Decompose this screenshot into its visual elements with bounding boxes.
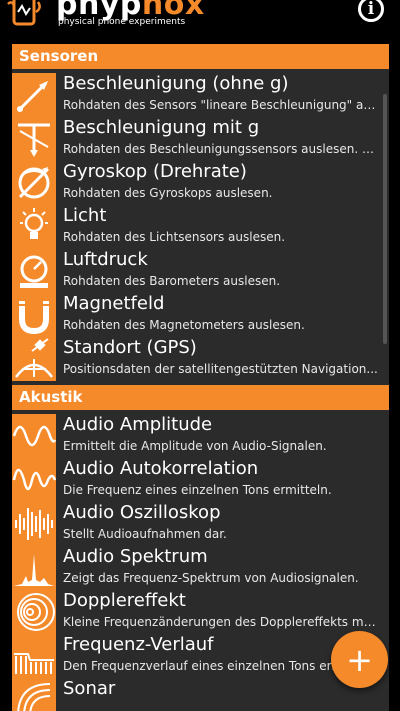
- item-description: Rohdaten des Lichtsensors auslesen.: [63, 230, 286, 244]
- plus-icon: +: [346, 640, 373, 679]
- item-title: Luftdruck: [63, 249, 148, 270]
- experiment-item[interactable]: Dopplereffekt Kleine Frequenzänderungen …: [12, 590, 389, 634]
- experiment-item[interactable]: Beschleunigung (ohne g) Rohdaten des Sen…: [12, 73, 389, 117]
- oscilloscope-icon: [12, 502, 56, 546]
- acceleration-with-g-icon: [12, 117, 56, 161]
- item-title: Audio Spektrum: [63, 546, 208, 567]
- section-header-sensors: Sensoren: [12, 44, 389, 69]
- experiment-item[interactable]: Sonar: [12, 678, 389, 711]
- item-title: Magnetfeld: [63, 293, 165, 314]
- frequency-history-icon: [12, 634, 56, 678]
- section-header-acoustics: Akustik: [12, 385, 389, 410]
- phyphox-logo-icon: [7, 0, 41, 26]
- item-title: Gyroskop (Drehrate): [63, 161, 247, 182]
- item-title: Audio Amplitude: [63, 414, 213, 435]
- item-title: Frequenz-Verlauf: [63, 634, 214, 655]
- experiment-item[interactable]: Audio Oszilloskop Stellt Audioaufnahmen …: [12, 502, 389, 546]
- experiment-list[interactable]: Sensoren Beschleunigung (ohne g) Rohdate…: [12, 44, 389, 711]
- light-bulb-icon: [12, 205, 56, 249]
- brand-tagline: physical phone experiments: [58, 17, 186, 27]
- item-title: Beschleunigung (ohne g): [63, 73, 289, 94]
- item-description: Zeigt das Frequenz-Spektrum von Audiosig…: [63, 571, 359, 585]
- info-button[interactable]: i: [358, 0, 384, 22]
- experiment-item[interactable]: Audio Autokorrelation Die Frequenz eines…: [12, 458, 389, 502]
- item-description: Positionsdaten der satellitengestützten …: [63, 362, 378, 376]
- item-title: Licht: [63, 205, 107, 226]
- experiment-item[interactable]: Audio Amplitude Ermittelt die Amplitude …: [12, 414, 389, 458]
- item-description: Kleine Frequenzänderungen des Dopplereff…: [63, 615, 381, 629]
- spectrum-icon: [12, 546, 56, 590]
- item-title: Audio Oszilloskop: [63, 502, 221, 523]
- sine-wave-icon: [12, 414, 56, 458]
- item-description: Rohdaten des Beschleunigungssensors ausl…: [63, 142, 381, 156]
- acceleration-without-g-icon: [12, 73, 56, 117]
- info-icon: i: [367, 0, 375, 19]
- experiment-item[interactable]: Audio Spektrum Zeigt das Frequenz-Spektr…: [12, 546, 389, 590]
- item-description: Rohdaten des Gyroskops auslesen.: [63, 186, 273, 200]
- item-title: Sonar: [63, 678, 116, 699]
- gyroscope-icon: [12, 161, 56, 205]
- experiment-item[interactable]: Gyroskop (Drehrate) Rohdaten des Gyrosko…: [12, 161, 389, 205]
- app-header: phyphox physical phone experiments i: [0, 0, 400, 34]
- experiment-item[interactable]: Luftdruck Rohdaten des Barometers ausles…: [12, 249, 389, 293]
- item-description: Rohdaten des Sensors "lineare Beschleuni…: [63, 98, 381, 112]
- barometer-icon: [12, 249, 56, 293]
- item-title: Audio Autokorrelation: [63, 458, 259, 479]
- item-title: Dopplereffekt: [63, 590, 186, 611]
- item-description: Rohdaten des Magnetometers auslesen.: [63, 318, 305, 332]
- experiment-item[interactable]: Licht Rohdaten des Lichtsensors auslesen…: [12, 205, 389, 249]
- item-description: Ermittelt die Amplitude von Audio-Signal…: [63, 439, 327, 453]
- list-scrollbar[interactable]: [383, 94, 387, 344]
- autocorrelation-icon: [12, 458, 56, 502]
- doppler-icon: [12, 590, 56, 634]
- magnet-icon: [12, 293, 56, 337]
- item-title: Beschleunigung mit g: [63, 117, 260, 138]
- experiment-item[interactable]: Magnetfeld Rohdaten des Magnetometers au…: [12, 293, 389, 337]
- add-experiment-button[interactable]: +: [331, 631, 388, 688]
- experiment-item[interactable]: Beschleunigung mit g Rohdaten des Beschl…: [12, 117, 389, 161]
- item-description: Die Frequenz eines einzelnen Tons ermitt…: [63, 483, 332, 497]
- item-description: Rohdaten des Barometers auslesen.: [63, 274, 281, 288]
- gps-satellite-icon: [12, 337, 56, 381]
- item-description: Stellt Audioaufnahmen dar.: [63, 527, 227, 541]
- sonar-icon: [12, 678, 56, 711]
- experiment-item[interactable]: Standort (GPS) Positionsdaten der satell…: [12, 337, 389, 381]
- item-title: Standort (GPS): [63, 337, 197, 358]
